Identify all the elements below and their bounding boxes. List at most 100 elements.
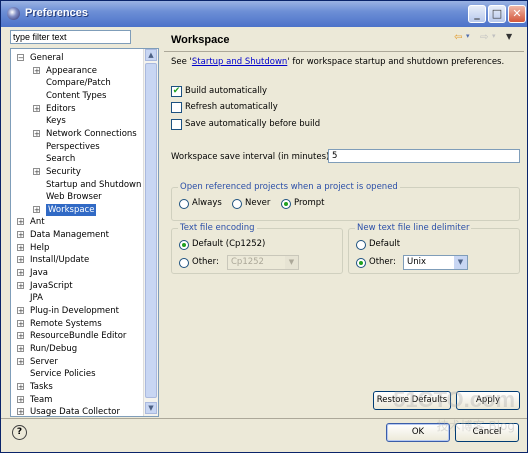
always-radio[interactable] (179, 199, 189, 209)
tree-item[interactable]: Content Types (11, 90, 143, 102)
window-title: Preferences (25, 7, 88, 19)
tree-item[interactable]: Startup and Shutdown (11, 179, 143, 191)
scroll-up-arrow-icon[interactable]: ▲ (145, 49, 157, 61)
tree-item[interactable]: + Network Connections (11, 128, 143, 140)
scroll-thumb[interactable] (145, 63, 157, 398)
tree-item[interactable]: Keys (11, 115, 143, 127)
expand-icon[interactable]: + (17, 357, 24, 365)
help-icon[interactable]: ? (12, 425, 27, 440)
tree-item[interactable]: + Editors (11, 103, 143, 115)
expand-icon[interactable]: + (17, 319, 24, 327)
tree-item[interactable]: + ResourceBundle Editor (11, 330, 143, 342)
delimiter-other-radio[interactable] (356, 258, 366, 268)
encoding-group: Text file encoding Default (Cp1252) Othe… (171, 223, 343, 274)
expand-icon[interactable]: + (17, 307, 24, 315)
tree-item[interactable]: Web Browser (11, 191, 143, 203)
title-bar[interactable]: Preferences _ □ ✕ (1, 1, 527, 27)
close-button[interactable]: ✕ (508, 5, 526, 23)
tree-item-label: Install/Update (30, 255, 90, 266)
tree-item[interactable]: + Tasks (11, 381, 143, 393)
tree-scrollbar[interactable]: ▲ ▼ (143, 49, 158, 416)
expand-icon[interactable]: + (17, 332, 24, 340)
tree-item[interactable]: Perspectives (11, 141, 143, 153)
expand-icon[interactable]: + (33, 167, 40, 175)
tree-item-label: Network Connections (46, 128, 137, 139)
tree-item[interactable]: + Run/Debug (11, 343, 143, 355)
tree-item-label: Workspace (46, 203, 97, 216)
save-before-build-checkbox[interactable] (171, 119, 182, 130)
tree-item-label: Compare/Patch (46, 78, 111, 89)
encoding-other-radio[interactable] (179, 258, 189, 268)
encoding-other-label: Other: (192, 257, 219, 267)
filter-input[interactable] (10, 30, 131, 44)
back-menu-icon[interactable]: ▾ (466, 32, 470, 40)
delimiter-other-combo[interactable]: Unix ▼ (403, 255, 468, 270)
expand-icon[interactable]: + (17, 408, 24, 416)
tree-item[interactable]: + Workspace (11, 203, 143, 216)
never-label: Never (245, 198, 271, 208)
view-menu-icon[interactable]: ▼ (506, 32, 512, 41)
expand-icon[interactable]: + (33, 129, 40, 137)
tree-item-label: Startup and Shutdown (46, 179, 142, 190)
maximize-button[interactable]: □ (488, 5, 506, 23)
tree-item-label: Appearance (46, 65, 98, 76)
expand-icon[interactable]: + (17, 281, 24, 289)
expand-icon[interactable]: + (33, 66, 40, 74)
intro-prefix: See ' (171, 57, 192, 67)
refresh-automatically-checkbox[interactable] (171, 102, 182, 113)
encoding-default-radio[interactable] (179, 240, 189, 250)
chevron-down-icon[interactable]: ▼ (454, 256, 467, 269)
expand-icon[interactable]: + (17, 231, 24, 239)
forward-menu-icon[interactable]: ▾ (492, 32, 496, 40)
forward-arrow-icon[interactable]: ⇨ (480, 32, 488, 43)
expand-icon[interactable]: + (33, 205, 40, 213)
tree-item[interactable]: + Appearance (11, 65, 143, 77)
tree-item[interactable]: Search (11, 153, 143, 165)
tree-item-label: Security (46, 166, 81, 177)
tree-item[interactable]: + Remote Systems (11, 318, 143, 330)
tree-item[interactable]: + Team (11, 394, 143, 406)
chevron-down-icon: ▼ (285, 256, 298, 269)
tree-item-label: Editors (46, 103, 76, 114)
tree-item[interactable]: + Security (11, 166, 143, 178)
tree-item[interactable]: + Ant (11, 216, 143, 228)
tree-item-label: Search (46, 154, 76, 165)
expand-icon[interactable]: + (17, 382, 24, 390)
tree-item[interactable]: + Server (11, 356, 143, 368)
expand-icon[interactable]: + (17, 218, 24, 226)
tree-item[interactable]: + JavaScript (11, 280, 143, 292)
scroll-down-arrow-icon[interactable]: ▼ (145, 402, 157, 414)
expand-icon[interactable]: + (17, 269, 24, 277)
never-radio[interactable] (232, 199, 242, 209)
delimiter-default-radio[interactable] (356, 240, 366, 250)
delimiter-other-label: Other: (369, 257, 396, 267)
tree-item[interactable]: + Help (11, 242, 143, 254)
expand-icon[interactable]: + (33, 104, 40, 112)
tree-item-label: Data Management (30, 230, 109, 241)
build-automatically-checkbox[interactable]: ✔ (171, 86, 182, 97)
tree-item[interactable]: Service Policies (11, 368, 143, 380)
encoding-other-combo: Cp1252 ▼ (227, 255, 299, 270)
minimize-button[interactable]: _ (468, 5, 486, 23)
tree-item[interactable]: + Java (11, 267, 143, 279)
expand-icon[interactable]: + (17, 344, 24, 352)
save-interval-input[interactable]: 5 (328, 149, 520, 163)
expand-icon[interactable]: + (17, 243, 24, 251)
prompt-radio[interactable] (281, 199, 291, 209)
build-automatically-label: Build automatically (185, 86, 267, 96)
always-label: Always (192, 198, 222, 208)
refresh-automatically-label: Refresh automatically (185, 102, 278, 112)
expand-icon[interactable]: + (17, 395, 24, 403)
startup-shutdown-link[interactable]: Startup and Shutdown (192, 57, 287, 67)
tree-item[interactable]: + Usage Data Collector (11, 406, 143, 416)
back-arrow-icon[interactable]: ⇦ (454, 32, 462, 43)
tree-item[interactable]: JPA (11, 292, 143, 304)
tree-item[interactable]: + Install/Update (11, 254, 143, 266)
collapse-icon[interactable]: − (17, 54, 24, 62)
tree-item[interactable]: − General (11, 52, 143, 64)
tree-item[interactable]: + Data Management (11, 229, 143, 241)
tree-item[interactable]: + Plug-in Development (11, 305, 143, 317)
expand-icon[interactable]: + (17, 256, 24, 264)
tree-item-label: JPA (30, 293, 43, 304)
tree-item[interactable]: Compare/Patch (11, 77, 143, 89)
